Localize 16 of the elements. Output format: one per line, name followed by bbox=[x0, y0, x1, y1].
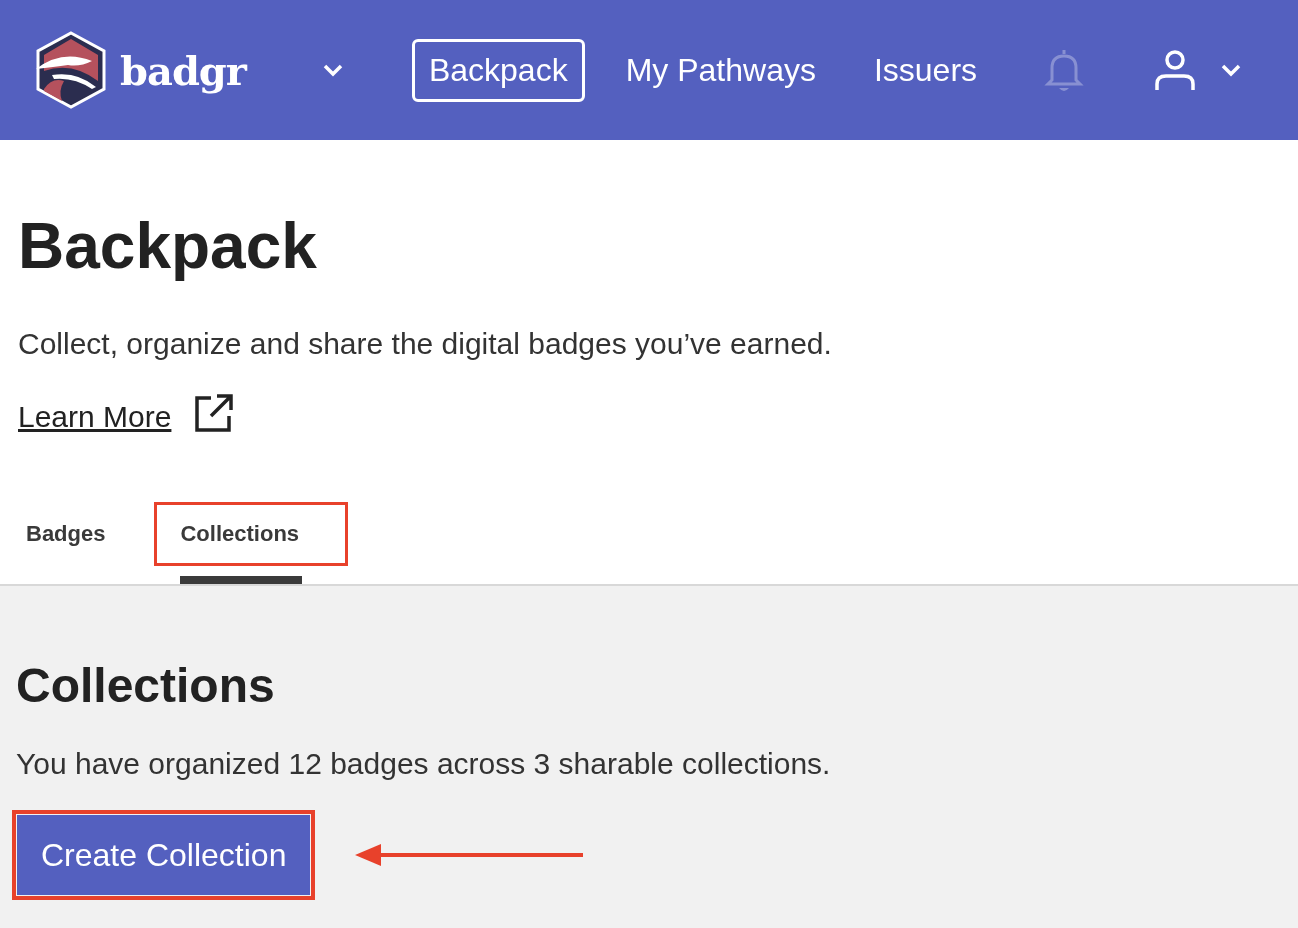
external-link-icon[interactable] bbox=[193, 394, 234, 434]
section-summary: You have organized 12 badges across 3 sharable collections. bbox=[16, 746, 832, 782]
brand-name[interactable]: badgr bbox=[120, 46, 246, 94]
nav-link[interactable]: Issuers bbox=[856, 38, 995, 102]
page-title: Backpack bbox=[18, 209, 318, 284]
section-title: Collections bbox=[16, 658, 276, 714]
nav-link[interactable]: My Pathways bbox=[608, 38, 833, 102]
page-description: Collect, organize and share the digital badges you’ve earned. bbox=[18, 326, 833, 362]
create-collection-button[interactable]: Create Collection bbox=[17, 815, 311, 895]
user-icon[interactable] bbox=[1154, 48, 1196, 92]
chevron-down-icon[interactable] bbox=[1220, 63, 1242, 77]
nav-link[interactable]: Backpack bbox=[411, 38, 585, 102]
tab[interactable]: Collections bbox=[154, 502, 349, 566]
learn-more-link[interactable]: Learn More bbox=[18, 400, 172, 434]
tab[interactable]: Badges bbox=[0, 502, 155, 566]
chevron-down-icon[interactable] bbox=[321, 63, 344, 77]
